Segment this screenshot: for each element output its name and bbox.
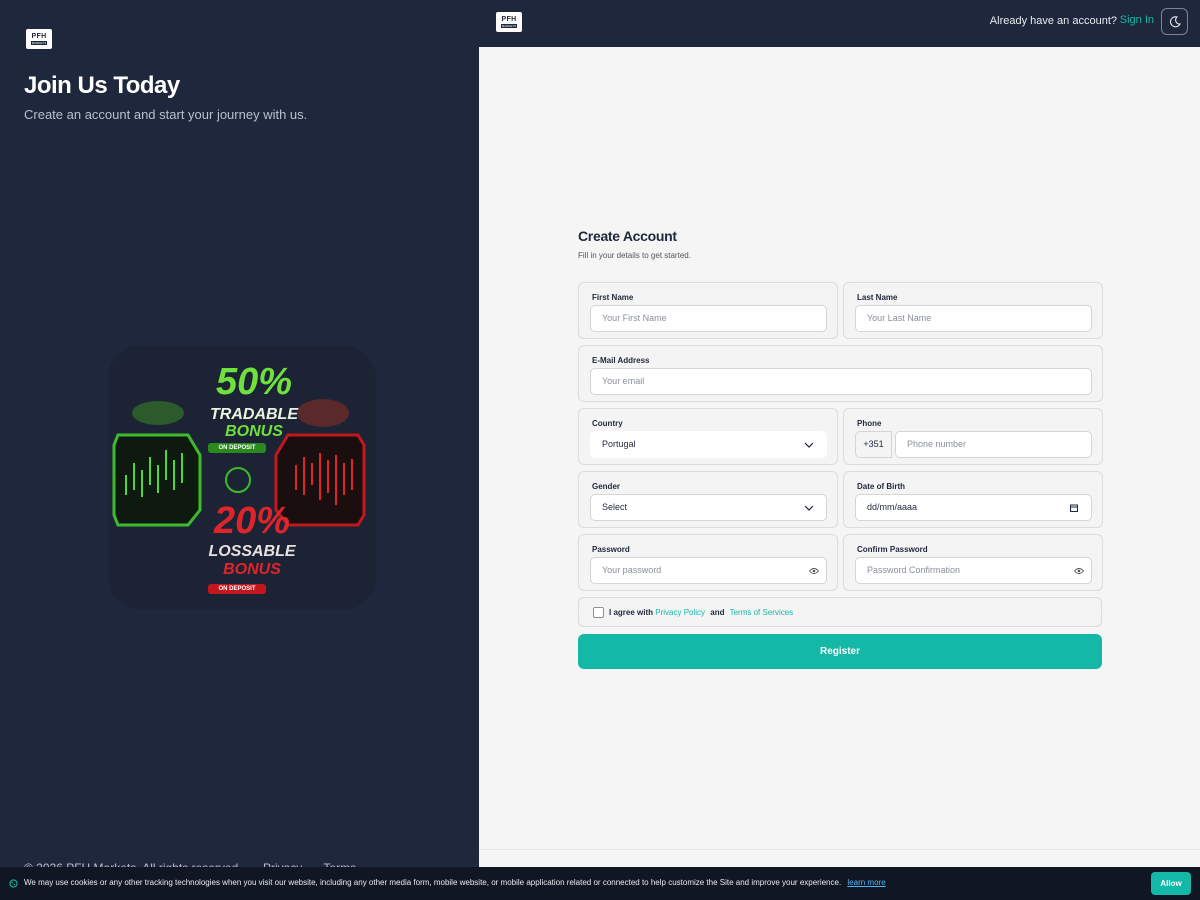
country-select[interactable]: Portugal: [590, 431, 827, 458]
dob-label: Date of Birth: [857, 482, 905, 491]
chevron-down-icon: [804, 505, 814, 511]
agree-text: I agree with Privacy Policy and Terms of…: [609, 608, 793, 617]
cookie-message: We may use cookies or any other tracking…: [24, 878, 886, 887]
confirm-password-placeholder: Password Confirmation: [867, 565, 961, 575]
country-label: Country: [592, 419, 623, 428]
terms-agreement: I agree with Privacy Policy and Terms of…: [578, 597, 1102, 627]
chevron-down-icon: [804, 442, 814, 448]
password-card: Password Your password: [578, 534, 838, 591]
eye-icon[interactable]: [1074, 567, 1084, 575]
left-panel: PFH MARKETS Join Us Today Create an acco…: [0, 0, 479, 900]
last-name-input[interactable]: Your Last Name: [855, 305, 1092, 332]
confirm-password-card: Confirm Password Password Confirmation: [843, 534, 1103, 591]
gender-label: Gender: [592, 482, 621, 491]
gender-card: Gender Select: [578, 471, 838, 528]
promo-20-percent: 20%: [213, 500, 291, 542]
country-value: Portugal: [602, 439, 636, 449]
dob-input[interactable]: dd/mm/aaaa: [855, 494, 1092, 521]
hero-subtitle: Create an account and start your journey…: [24, 107, 308, 122]
gender-value: Select: [602, 502, 628, 512]
logo-subtext: MARKETS: [30, 41, 48, 45]
email-card: E-Mail Address Your email: [578, 345, 1103, 402]
hero-title: Join Us Today: [24, 72, 180, 99]
country-card: Country Portugal: [578, 408, 838, 465]
form-subtitle: Fill in your details to get started.: [578, 251, 691, 260]
phone-prefix[interactable]: +351: [855, 431, 892, 458]
privacy-policy-link[interactable]: Privacy Policy: [655, 608, 705, 617]
allow-cookies-button[interactable]: Allow: [1151, 872, 1191, 895]
terms-of-services-link[interactable]: Terms of Services: [730, 608, 794, 617]
promo-tradable: TRADABLE: [210, 406, 298, 423]
top-bar: PFH MARKETS Already have an account? Sig…: [479, 0, 1200, 47]
logo-subtext: MARKETS: [500, 24, 518, 28]
password-label: Password: [592, 545, 630, 554]
cookie-icon: [9, 879, 18, 888]
promo-bonus-2: BONUS: [223, 561, 281, 578]
cookie-text: We may use cookies or any other tracking…: [24, 878, 842, 887]
gender-select[interactable]: Select: [590, 494, 827, 521]
promo-on-deposit-2: ON DEPOSIT: [208, 584, 266, 594]
theme-toggle-button[interactable]: [1161, 8, 1188, 35]
confirm-password-input[interactable]: Password Confirmation: [855, 557, 1092, 584]
phone-input[interactable]: Phone number: [895, 431, 1092, 458]
calendar-icon[interactable]: [1069, 503, 1079, 513]
email-label: E-Mail Address: [592, 356, 650, 365]
dob-value: dd/mm/aaaa: [867, 502, 918, 512]
confirm-password-label: Confirm Password: [857, 545, 928, 554]
phone-card: Phone +351 Phone number: [843, 408, 1103, 465]
promo-lossable: LOSSABLE: [208, 543, 296, 560]
first-name-input[interactable]: Your First Name: [590, 305, 827, 332]
eye-icon[interactable]: [809, 567, 819, 575]
phone-label: Phone: [857, 419, 882, 428]
agree-and: and: [710, 608, 725, 617]
email-input[interactable]: Your email: [590, 368, 1092, 395]
promo-on-deposit-1: ON DEPOSIT: [208, 443, 266, 453]
first-name-label: First Name: [592, 293, 634, 302]
moon-icon: [1169, 15, 1181, 27]
last-name-label: Last Name: [857, 293, 898, 302]
last-name-card: Last Name Your Last Name: [843, 282, 1103, 339]
agree-prefix: I agree with: [609, 608, 654, 617]
promo-banner: 50% TRADABLE BONUS ON DEPOSIT 20% LOSSAB…: [108, 345, 376, 610]
agree-checkbox[interactable]: [593, 607, 604, 618]
password-input[interactable]: Your password: [590, 557, 827, 584]
password-placeholder: Your password: [602, 565, 662, 575]
logo-text: PFH: [31, 33, 47, 40]
form-title: Create Account: [578, 228, 677, 244]
dob-card: Date of Birth dd/mm/aaaa: [843, 471, 1103, 528]
learn-more-link[interactable]: learn more: [847, 878, 885, 887]
header-logo[interactable]: PFH MARKETS: [496, 12, 522, 32]
promo-bonus-1: BONUS: [225, 423, 283, 440]
register-button[interactable]: Register: [578, 634, 1102, 669]
sign-in-link[interactable]: Sign In: [1120, 14, 1154, 26]
cookie-banner: We may use cookies or any other tracking…: [0, 867, 1200, 900]
logo-text: PFH: [501, 16, 517, 23]
first-name-card: First Name Your First Name: [578, 282, 838, 339]
promo-50-percent: 50%: [215, 361, 293, 403]
brand-logo[interactable]: PFH MARKETS: [26, 29, 52, 49]
have-account-text: Already have an account?: [989, 15, 1117, 27]
